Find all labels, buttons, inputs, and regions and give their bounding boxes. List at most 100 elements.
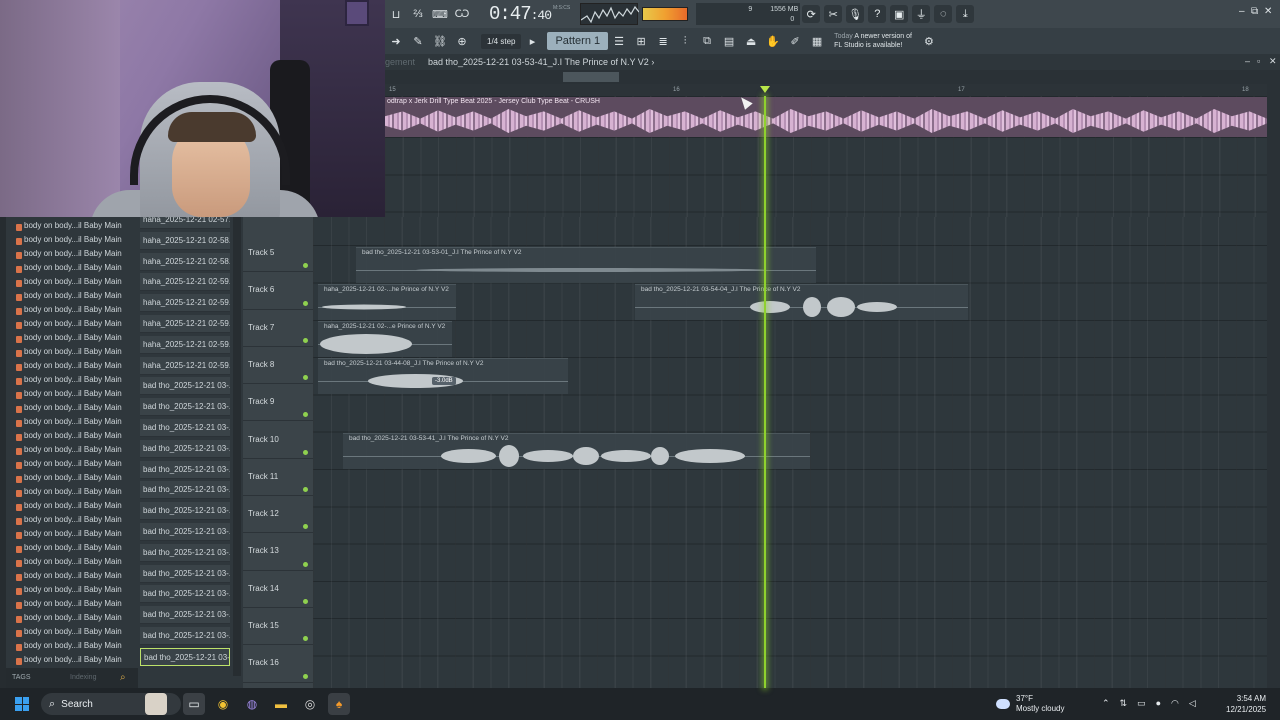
network-icon[interactable]: ⇅: [1120, 698, 1128, 709]
track-mute-led[interactable]: [303, 598, 308, 604]
chevron-up-icon[interactable]: ⌃: [1102, 698, 1110, 709]
recording-item[interactable]: bad tho_2025-12-21 03-...: [140, 627, 230, 645]
cpu-memory-monitor[interactable]: 9 1556 MB 0: [696, 3, 801, 25]
discord-icon[interactable]: ◍: [241, 693, 263, 715]
maximize-icon[interactable]: ▫: [1257, 56, 1260, 66]
audio-clip-track6-a[interactable]: haha_2025-12-21 02-...he Prince of N.Y V…: [318, 284, 456, 320]
track-header[interactable]: Track 8: [243, 347, 313, 385]
taskbar-clock[interactable]: 3:54 AM 12/21/2025: [1226, 693, 1266, 715]
timeline-ruler[interactable]: 15 16 17 18: [385, 84, 1267, 96]
browser-item[interactable]: body on body...il Baby Main: [16, 459, 122, 473]
download-icon[interactable]: ⤓: [956, 5, 975, 23]
browser-item[interactable]: body on body...il Baby Main: [16, 655, 122, 669]
browser-icon[interactable]: ⧉: [698, 33, 716, 49]
track-mute-led[interactable]: [303, 449, 308, 455]
snap-icon[interactable]: ⊔: [387, 6, 405, 22]
browser-item[interactable]: body on body...il Baby Main: [16, 221, 122, 235]
browser-item[interactable]: body on body...il Baby Main: [16, 277, 122, 291]
recording-item[interactable]: bad tho_2025-12-21 03-...: [140, 523, 230, 541]
app-minimize-icon[interactable]: –: [1239, 6, 1245, 17]
app-maximize-icon[interactable]: ⧉: [1251, 6, 1258, 17]
app-close-icon[interactable]: ✕: [1264, 6, 1272, 17]
file-icon[interactable]: ▤: [720, 33, 738, 49]
browser-item[interactable]: body on body...il Baby Main: [16, 515, 122, 529]
chat-icon[interactable]: ◌: [934, 5, 953, 23]
track-header[interactable]: Track 10: [243, 422, 313, 459]
browser-item[interactable]: body on body...il Baby Main: [16, 347, 122, 361]
news-panel[interactable]: Today A newer version of FL Studio is av…: [834, 32, 912, 50]
help-icon[interactable]: ?: [868, 5, 887, 23]
browser-item[interactable]: body on body...il Baby Main: [16, 501, 122, 515]
close-icon[interactable]: ✕: [1269, 56, 1277, 67]
recording-item[interactable]: haha_2025-12-21 02-59...: [140, 315, 230, 333]
track-mute-led[interactable]: [303, 561, 308, 567]
play-pattern-icon[interactable]: ▸: [523, 33, 541, 49]
recording-item[interactable]: bad tho_2025-12-21 03-...: [140, 543, 230, 562]
browser-item[interactable]: body on body...il Baby Main: [16, 599, 122, 613]
marketplace-icon[interactable]: ▦: [808, 33, 826, 49]
recording-item[interactable]: haha_2025-12-21 02-59...: [140, 356, 230, 375]
track-mute-led[interactable]: [303, 375, 308, 381]
recording-item[interactable]: bad tho_2025-12-21 03-...: [140, 439, 230, 458]
browser-item[interactable]: body on body...il Baby Main: [16, 473, 122, 487]
volume-icon[interactable]: ◁: [1189, 698, 1196, 709]
browser-item[interactable]: body on body...il Baby Main: [16, 319, 122, 333]
track-header[interactable]: Track 15: [243, 608, 313, 646]
recording-item[interactable]: bad tho_2025-12-21 03-...: [140, 481, 230, 500]
recording-item[interactable]: bad tho_2025-12-21 03-...: [140, 398, 230, 417]
snap-step-select[interactable]: 1/4 step: [481, 33, 522, 49]
track-mute-led[interactable]: [303, 524, 308, 530]
browser-item[interactable]: body on body...il Baby Main: [16, 627, 122, 641]
browser-scrollbar[interactable]: [233, 217, 241, 676]
browser-item[interactable]: body on body...il Baby Main: [16, 305, 122, 319]
track-mute-led[interactable]: [303, 412, 308, 418]
step-edit-icon[interactable]: ⅔: [409, 6, 427, 22]
track-mute-led[interactable]: [303, 300, 308, 306]
plugin-icon[interactable]: ⏚: [912, 5, 931, 23]
song-time-display[interactable]: 0:47:40: [489, 3, 552, 25]
minimize-icon[interactable]: –: [1245, 56, 1250, 66]
track-mute-led[interactable]: [303, 337, 308, 343]
widgets-icon[interactable]: ▭: [183, 693, 205, 715]
weather-widget[interactable]: 37°F Mostly cloudy: [996, 694, 1064, 714]
touch-controller-icon[interactable]: ✋: [764, 33, 782, 49]
brush-icon[interactable]: ✐: [786, 33, 804, 49]
browser-item[interactable]: body on body...il Baby Main: [16, 375, 122, 389]
browser-item[interactable]: body on body...il Baby Main: [16, 389, 122, 403]
recording-item[interactable]: bad tho_2025-12-21 03-...: [140, 460, 230, 479]
save-icon[interactable]: ▣: [890, 5, 909, 23]
recording-item[interactable]: bad tho_2025-12-21 03-...: [140, 647, 230, 666]
browser-item[interactable]: body on body...il Baby Main: [16, 235, 122, 249]
track-header[interactable]: Track 14: [243, 571, 313, 608]
recording-item[interactable]: haha_2025-12-21 02-59...: [140, 335, 230, 354]
track-header[interactable]: Track 9: [243, 384, 313, 422]
recording-item[interactable]: bad tho_2025-12-21 03-...: [140, 419, 230, 437]
audio-clip-track8[interactable]: bad tho_2025-12-21 03-44-08_J.I The Prin…: [318, 358, 568, 394]
audio-clip-track6-b[interactable]: bad tho_2025-12-21 03-54-04_J.I The Prin…: [635, 284, 968, 320]
track-header[interactable]: Track 11: [243, 459, 313, 497]
mixer-icon[interactable]: ⫶: [676, 33, 694, 49]
chrome-icon[interactable]: ◉: [212, 693, 234, 715]
task-view-icon[interactable]: [145, 693, 167, 715]
browser-item[interactable]: body on body...il Baby Main: [16, 571, 122, 585]
microphone-tray-icon[interactable]: ●: [1156, 698, 1161, 709]
obs-icon[interactable]: ◎: [299, 693, 321, 715]
browser-item[interactable]: body on body...il Baby Main: [16, 249, 122, 263]
plugin-database-icon[interactable]: ⏏: [742, 33, 760, 49]
browser-item[interactable]: body on body...il Baby Main: [16, 529, 122, 543]
browser-item[interactable]: body on body...il Baby Main: [16, 557, 122, 571]
browser-item[interactable]: body on body...il Baby Main: [16, 361, 122, 375]
browser-item[interactable]: body on body...il Baby Main: [16, 431, 122, 445]
oscilloscope[interactable]: [580, 3, 640, 25]
stamp-icon[interactable]: ⊕: [453, 33, 471, 49]
browser-item[interactable]: body on body...il Baby Main: [16, 445, 122, 459]
track-mute-led[interactable]: [303, 673, 308, 679]
recording-item[interactable]: bad tho_2025-12-21 03-...: [140, 564, 230, 583]
cut-icon[interactable]: ✂: [824, 5, 843, 23]
audio-clip-track10[interactable]: bad tho_2025-12-21 03-53-41_J.I The Prin…: [343, 433, 810, 469]
track-header[interactable]: Track 13: [243, 533, 313, 571]
playlist-grid-upper[interactable]: [385, 137, 1267, 217]
audio-clip-track7[interactable]: haha_2025-12-21 02-...e Prince of N.Y V2: [318, 321, 452, 357]
browser-item[interactable]: body on body...il Baby Main: [16, 417, 122, 431]
arrow-right-icon[interactable]: ➜: [387, 33, 405, 49]
